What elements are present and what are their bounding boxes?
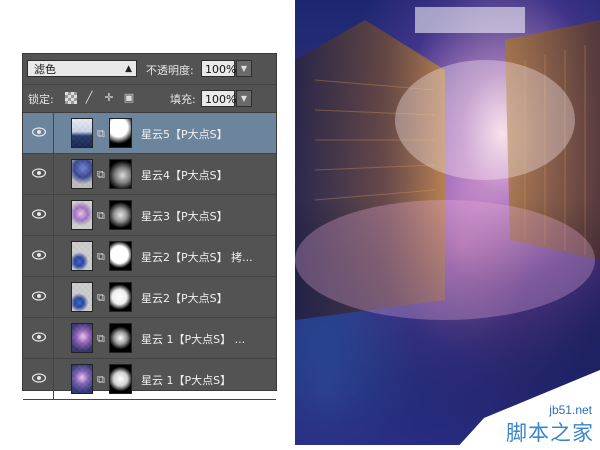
- layer-row[interactable]: ⧉ 星云 1【P大点S】 ...: [23, 318, 276, 359]
- fill-slider-button[interactable]: ▼: [236, 90, 252, 107]
- fill-input[interactable]: 100%: [201, 90, 236, 107]
- lock-label: 锁定:: [28, 93, 54, 106]
- layer-thumbnail[interactable]: [71, 364, 93, 394]
- layer-row[interactable]: ⧉ 星云3【P大点S】: [23, 195, 276, 236]
- visibility-toggle[interactable]: [23, 154, 54, 194]
- blend-mode-select[interactable]: 滤色 ▲: [27, 60, 137, 77]
- layer-row[interactable]: ⧉ 星云2【P大点S】 拷...: [23, 236, 276, 277]
- lock-all-icon[interactable]: ▣: [123, 92, 135, 104]
- watermark-url: jb51.net: [549, 403, 592, 417]
- eye-icon: [32, 127, 46, 137]
- opacity-slider-button[interactable]: ▼: [236, 60, 252, 77]
- visibility-toggle[interactable]: [23, 277, 54, 317]
- lock-fill-row: 锁定: ╱ ✛ ▣ 填充: 100% ▼: [23, 84, 276, 113]
- visibility-toggle[interactable]: [23, 318, 54, 358]
- layer-thumbnail[interactable]: [71, 241, 93, 271]
- layer-name: 星云 1【P大点S】 ...: [141, 333, 246, 346]
- blend-mode-value: 滤色: [34, 63, 56, 76]
- layer-mask-thumbnail[interactable]: [109, 159, 132, 189]
- layer-thumbnail[interactable]: [71, 159, 93, 189]
- layer-mask-thumbnail[interactable]: [109, 364, 132, 394]
- watermark-site-name: 脚本之家: [506, 421, 594, 445]
- chain-link-icon[interactable]: ⧉: [97, 291, 105, 305]
- layer-row[interactable]: ⧉ 星云2【P大点S】: [23, 277, 276, 318]
- opacity-label: 不透明度:: [146, 64, 194, 77]
- eye-icon: [32, 332, 46, 342]
- eye-icon: [32, 168, 46, 178]
- layer-mask-thumbnail[interactable]: [109, 323, 132, 353]
- eye-icon: [32, 209, 46, 219]
- chain-link-icon[interactable]: ⧉: [97, 127, 105, 141]
- dropdown-arrow-icon: ▲: [125, 64, 132, 74]
- eye-icon: [32, 373, 46, 383]
- layer-row[interactable]: ⧉ 星云4【P大点S】: [23, 154, 276, 195]
- site-watermark: jb51.net 脚本之家: [455, 370, 600, 450]
- chain-link-icon[interactable]: ⧉: [97, 250, 105, 264]
- visibility-toggle[interactable]: [23, 236, 54, 276]
- layer-name: 星云2【P大点S】 拷...: [141, 251, 253, 264]
- chain-link-icon[interactable]: ⧉: [97, 168, 105, 182]
- opacity-input[interactable]: 100%: [201, 60, 236, 77]
- layer-name: 星云 1【P大点S】: [141, 374, 232, 387]
- layer-mask-thumbnail[interactable]: [109, 282, 132, 312]
- lock-transparent-icon[interactable]: [65, 92, 77, 104]
- lock-brush-icon[interactable]: ╱: [83, 92, 95, 104]
- lock-move-icon[interactable]: ✛: [103, 92, 115, 104]
- layer-list: ⧉ 星云5【P大点S】 ⧉ 星云4【P大点S】 ⧉ 星云3【P大点S】 ⧉ 星云2【P大点S】…: [23, 113, 276, 400]
- fill-label: 填充:: [170, 93, 196, 106]
- chain-link-icon[interactable]: ⧉: [97, 209, 105, 223]
- chain-link-icon[interactable]: ⧉: [97, 373, 105, 387]
- eye-icon: [32, 250, 46, 260]
- visibility-toggle[interactable]: [23, 359, 54, 399]
- layer-thumbnail[interactable]: [71, 323, 93, 353]
- layer-mask-thumbnail[interactable]: [109, 118, 132, 148]
- layer-name: 星云2【P大点S】: [141, 292, 228, 305]
- layer-name: 星云4【P大点S】: [141, 169, 228, 182]
- layer-name: 星云5【P大点S】: [141, 128, 228, 141]
- layer-mask-thumbnail[interactable]: [109, 241, 132, 271]
- chain-link-icon[interactable]: ⧉: [97, 332, 105, 346]
- layer-row[interactable]: ⧉ 星云5【P大点S】: [23, 113, 276, 154]
- visibility-toggle[interactable]: [23, 195, 54, 235]
- layer-thumbnail[interactable]: [71, 118, 93, 148]
- layer-mask-thumbnail[interactable]: [109, 200, 132, 230]
- header-overlay-bar: [415, 7, 525, 33]
- visibility-toggle[interactable]: [23, 113, 54, 153]
- layer-thumbnail[interactable]: [71, 282, 93, 312]
- blend-opacity-row: 滤色 ▲ 不透明度: 100% ▼: [23, 54, 276, 85]
- layer-thumbnail[interactable]: [71, 200, 93, 230]
- layers-panel: 滤色 ▲ 不透明度: 100% ▼ 锁定: ╱ ✛ ▣ 填充: 100% ▼ ⧉…: [22, 53, 277, 400]
- eye-icon: [32, 291, 46, 301]
- layer-name: 星云3【P大点S】: [141, 210, 228, 223]
- layer-row[interactable]: ⧉ 星云 1【P大点S】: [23, 359, 276, 400]
